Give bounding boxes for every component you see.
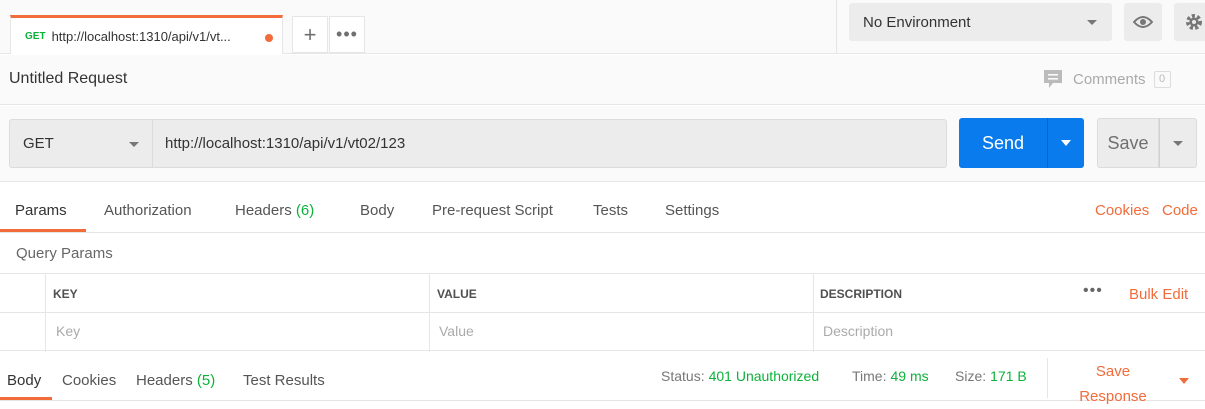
- time-value[interactable]: 49 ms: [890, 368, 928, 384]
- divider: [813, 274, 814, 352]
- save-options-button[interactable]: [1159, 118, 1197, 168]
- url-bar: GET http://localhost:1310/api/v1/vt02/12…: [0, 106, 1205, 182]
- value-input[interactable]: Value: [439, 323, 474, 339]
- divider: [0, 312, 1205, 313]
- tab-tests[interactable]: Tests: [593, 202, 628, 219]
- tab-headers-label: Headers: [235, 202, 292, 219]
- plus-icon: +: [303, 21, 317, 47]
- gear-icon: [1186, 14, 1202, 30]
- request-tab[interactable]: GET http://localhost:1310/api/v1/vt...: [10, 15, 283, 54]
- more-icon[interactable]: •••: [1083, 282, 1103, 300]
- request-title-bar: Untitled Request Comments 0: [0, 55, 1205, 105]
- manage-environments-button[interactable]: [1174, 3, 1205, 41]
- chevron-down-icon: [129, 142, 139, 147]
- cookies-link[interactable]: Cookies: [1095, 202, 1149, 219]
- chevron-down-icon: [1173, 140, 1183, 146]
- divider: [45, 274, 46, 352]
- response-tab-body[interactable]: Body: [7, 372, 41, 389]
- key-input[interactable]: Key: [56, 323, 80, 339]
- response-tab-cookies[interactable]: Cookies: [62, 372, 116, 389]
- column-header-description: DESCRIPTION: [820, 287, 903, 301]
- size-label: Size:: [955, 368, 987, 384]
- unsaved-dot-icon: [265, 34, 273, 42]
- send-options-button[interactable]: [1047, 118, 1084, 168]
- url-input[interactable]: http://localhost:1310/api/v1/vt02/123: [153, 119, 947, 168]
- response-tab-headers-label: Headers: [136, 372, 193, 389]
- response-tab-test-results[interactable]: Test Results: [243, 372, 325, 389]
- time-readout: Time: 49 ms: [852, 368, 929, 384]
- comments-count: 0: [1153, 70, 1171, 88]
- comment-icon: [1044, 70, 1062, 88]
- tab-headers-count: (6): [295, 202, 315, 219]
- environment-select[interactable]: No Environment: [849, 3, 1112, 41]
- method-label: GET: [23, 135, 54, 152]
- chevron-down-icon[interactable]: [1179, 378, 1189, 384]
- environment-quick-look-button[interactable]: [1124, 3, 1162, 41]
- tab-headers[interactable]: Headers (6): [235, 202, 314, 219]
- column-header-value: VALUE: [437, 287, 477, 301]
- params-table: KEY VALUE DESCRIPTION ••• Bulk Edit Key …: [0, 273, 1205, 352]
- tab-body[interactable]: Body: [360, 202, 394, 219]
- chevron-down-icon: [1061, 140, 1071, 146]
- tab-params[interactable]: Params: [15, 202, 67, 219]
- column-header-key: KEY: [53, 287, 78, 301]
- request-tabs: Params Authorization Headers (6) Body Pr…: [0, 183, 1205, 233]
- tab-method: GET: [25, 30, 46, 42]
- save-response-label-line1: Save: [1095, 363, 1131, 380]
- tab-options-button[interactable]: •••: [329, 16, 365, 53]
- new-tab-button[interactable]: +: [292, 16, 328, 53]
- save-button[interactable]: Save: [1097, 118, 1159, 168]
- query-params-label: Query Params: [16, 245, 113, 262]
- status-label: Status:: [661, 368, 705, 384]
- status-value[interactable]: 401 Unauthorized: [709, 368, 820, 384]
- status-readout: Status: 401 Unauthorized: [661, 368, 819, 384]
- method-select[interactable]: GET: [9, 119, 153, 168]
- save-response-button[interactable]: Save Response: [1070, 359, 1156, 409]
- divider: [836, 0, 837, 54]
- divider: [1047, 358, 1048, 398]
- bulk-edit-link[interactable]: Bulk Edit: [1129, 286, 1188, 303]
- tab-title: http://localhost:1310/api/v1/vt...: [51, 28, 231, 44]
- environment-label: No Environment: [863, 13, 971, 31]
- divider: [0, 400, 1205, 401]
- time-label: Time:: [852, 368, 887, 384]
- response-tab-headers-count: (5): [196, 372, 216, 389]
- chevron-down-icon: [1087, 20, 1097, 25]
- size-readout: Size: 171 B: [955, 368, 1027, 384]
- eye-icon: [1133, 16, 1153, 28]
- size-value[interactable]: 171 B: [990, 368, 1027, 384]
- response-tab-headers[interactable]: Headers (5): [136, 372, 215, 389]
- comments-label: Comments: [1073, 70, 1146, 88]
- more-icon: •••: [336, 24, 358, 44]
- request-title[interactable]: Untitled Request: [9, 70, 127, 88]
- save-response-label-line2: Response: [1079, 388, 1147, 405]
- description-input[interactable]: Description: [823, 323, 893, 339]
- send-button[interactable]: Send: [959, 118, 1047, 168]
- response-bar: Body Cookies Headers (5) Test Results St…: [0, 352, 1205, 409]
- comments-button[interactable]: Comments 0: [1043, 69, 1171, 89]
- active-tab-indicator: [0, 229, 86, 232]
- divider: [429, 274, 430, 352]
- tab-bar: GET http://localhost:1310/api/v1/vt... +…: [0, 0, 1205, 54]
- tab-settings[interactable]: Settings: [665, 202, 719, 219]
- code-link[interactable]: Code: [1162, 202, 1198, 219]
- tab-authorization[interactable]: Authorization: [104, 202, 192, 219]
- tab-prerequest-script[interactable]: Pre-request Script: [432, 202, 553, 219]
